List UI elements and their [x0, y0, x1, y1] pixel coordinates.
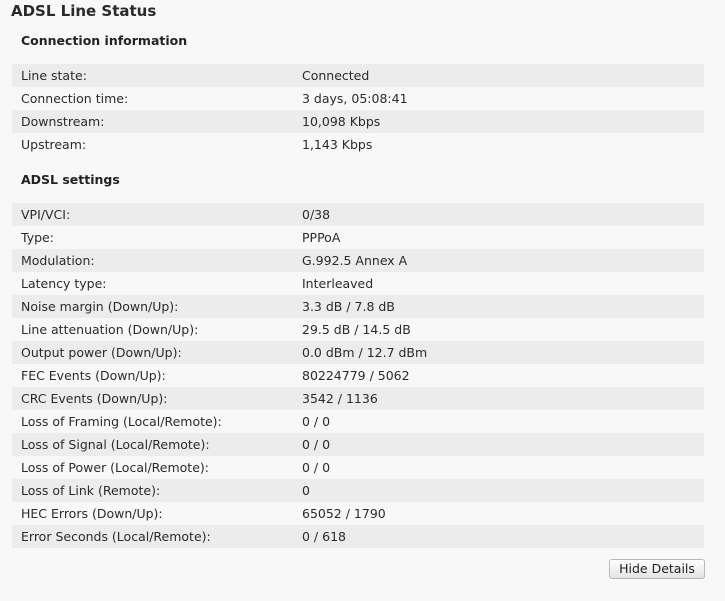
status-panel: Connection information Line state: Conne… [10, 27, 725, 587]
table-row: Output power (Down/Up): 0.0 dBm / 12.7 d… [12, 341, 704, 364]
table-row: Modulation: G.992.5 Annex A [12, 249, 704, 272]
row-value: Connected [302, 68, 370, 83]
row-label: HEC Errors (Down/Up): [21, 506, 163, 521]
row-value: 0 / 0 [302, 437, 331, 452]
row-label: Line attenuation (Down/Up): [21, 322, 199, 337]
table-row: HEC Errors (Down/Up): 65052 / 1790 [12, 502, 704, 525]
row-label: FEC Events (Down/Up): [21, 368, 166, 383]
row-value: 0/38 [302, 207, 331, 222]
table-row: Loss of Link (Remote): 0 [12, 479, 704, 502]
row-label: Noise margin (Down/Up): [21, 299, 179, 314]
row-value: 0 [302, 483, 310, 498]
row-value: 0 / 0 [302, 460, 331, 475]
page-title: ADSL Line Status [11, 2, 157, 20]
row-value: 65052 / 1790 [302, 506, 386, 521]
table-row: Loss of Power (Local/Remote): 0 / 0 [12, 456, 704, 479]
row-label: Connection time: [21, 91, 129, 106]
hide-details-button[interactable]: Hide Details [609, 559, 705, 579]
table-row: Type: PPPoA [12, 226, 704, 249]
row-label: Output power (Down/Up): [21, 345, 182, 360]
table-row: Line attenuation (Down/Up): 29.5 dB / 14… [12, 318, 704, 341]
row-value: 0 / 0 [302, 414, 331, 429]
row-value: 3542 / 1136 [302, 391, 378, 406]
table-row: VPI/VCI: 0/38 [12, 203, 704, 226]
row-label: Loss of Signal (Local/Remote): [21, 437, 210, 452]
row-label: Upstream: [21, 137, 87, 152]
row-label: Loss of Link (Remote): [21, 483, 161, 498]
row-value: G.992.5 Annex A [302, 253, 408, 268]
row-label: CRC Events (Down/Up): [21, 391, 168, 406]
row-value: 3.3 dB / 7.8 dB [302, 299, 395, 314]
row-label: Type: [21, 230, 54, 245]
table-row: Latency type: Interleaved [12, 272, 704, 295]
table-row: FEC Events (Down/Up): 80224779 / 5062 [12, 364, 704, 387]
table-row: Error Seconds (Local/Remote): 0 / 618 [12, 525, 704, 548]
row-value: 29.5 dB / 14.5 dB [302, 322, 411, 337]
connection-section-title: Connection information [21, 33, 188, 48]
table-row: CRC Events (Down/Up): 3542 / 1136 [12, 387, 704, 410]
table-row: Loss of Framing (Local/Remote): 0 / 0 [12, 410, 704, 433]
table-row: Upstream: 1,143 Kbps [12, 133, 704, 156]
row-value: 80224779 / 5062 [302, 368, 410, 383]
adsl-section-title: ADSL settings [21, 172, 120, 187]
row-value: 0 / 618 [302, 529, 346, 544]
row-value: 3 days, 05:08:41 [302, 91, 408, 106]
table-row: Downstream: 10,098 Kbps [12, 110, 704, 133]
row-label: Latency type: [21, 276, 107, 291]
row-label: Line state: [21, 68, 87, 83]
row-label: Downstream: [21, 114, 105, 129]
table-row: Loss of Signal (Local/Remote): 0 / 0 [12, 433, 704, 456]
row-value: PPPoA [302, 230, 341, 245]
row-label: Loss of Framing (Local/Remote): [21, 414, 222, 429]
row-label: Modulation: [21, 253, 95, 268]
row-label: VPI/VCI: [21, 207, 71, 222]
table-row: Connection time: 3 days, 05:08:41 [12, 87, 704, 110]
row-label: Error Seconds (Local/Remote): [21, 529, 211, 544]
row-value: Interleaved [302, 276, 374, 291]
adsl-table: VPI/VCI: 0/38 Type: PPPoA Modulation: G.… [12, 203, 704, 548]
row-value: 10,098 Kbps [302, 114, 381, 129]
row-value: 0.0 dBm / 12.7 dBm [302, 345, 428, 360]
row-label: Loss of Power (Local/Remote): [21, 460, 209, 475]
connection-table: Line state: Connected Connection time: 3… [12, 64, 704, 156]
table-row: Noise margin (Down/Up): 3.3 dB / 7.8 dB [12, 295, 704, 318]
table-row: Line state: Connected [12, 64, 704, 87]
row-value: 1,143 Kbps [302, 137, 373, 152]
